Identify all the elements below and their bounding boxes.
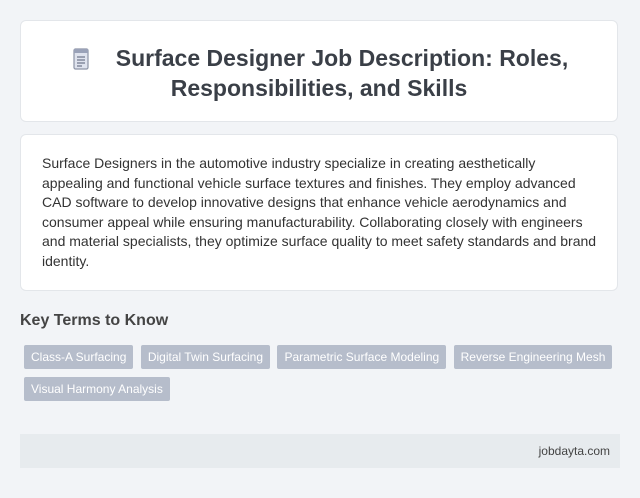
footer: jobdayta.com: [20, 434, 620, 468]
title-wrap: Surface Designer Job Description: Roles,…: [21, 43, 617, 103]
title-card: Surface Designer Job Description: Roles,…: [20, 20, 618, 122]
description-card: Surface Designers in the automotive indu…: [20, 134, 618, 291]
key-terms-heading: Key Terms to Know: [20, 312, 169, 329]
tag-visual-harmony-analysis[interactable]: Visual Harmony Analysis: [24, 377, 170, 401]
tag-reverse-engineering-mesh[interactable]: Reverse Engineering Mesh: [453, 345, 613, 369]
tag-class-a-surfacing[interactable]: Class-A Surfacing: [24, 345, 134, 369]
document-icon: [70, 47, 92, 70]
description-text: Surface Designers in the automotive indu…: [42, 155, 597, 269]
page-title: Surface Designer Job Description: Roles,…: [21, 43, 617, 103]
key-terms-tags: Class-A Surfacing Digital Twin Surfacing…: [24, 345, 624, 409]
tag-parametric-surface-modeling[interactable]: Parametric Surface Modeling: [277, 345, 447, 369]
page-title-text: Surface Designer Job Description: Roles,…: [115, 45, 569, 101]
tag-digital-twin-surfacing[interactable]: Digital Twin Surfacing: [140, 345, 270, 369]
footer-site-link[interactable]: jobdayta.com: [539, 444, 610, 458]
